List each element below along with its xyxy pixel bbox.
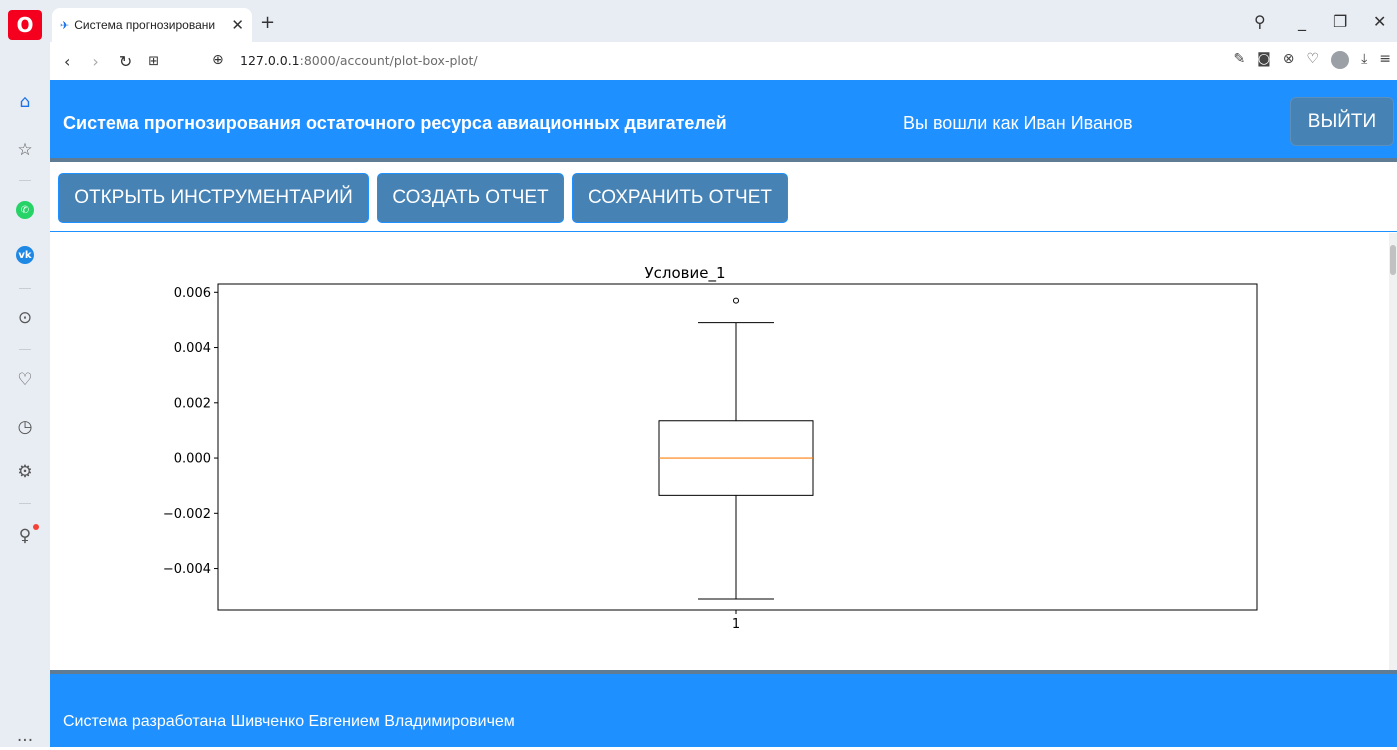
save-report-button[interactable]: СОХРАНИТЬ ОТЧЕТ — [572, 173, 788, 223]
browser-tab[interactable]: ✈ Система прогнозировани ✕ — [52, 8, 252, 42]
y-tick-label: 0.006 — [174, 286, 211, 301]
minimize-icon[interactable]: _ — [1298, 12, 1306, 31]
browser-sidebar: O ⌂ ☆ ✆ vk ⊙ ♡ ◷ ⚙ ♀ ... — [0, 0, 50, 747]
snapshot-icon[interactable]: ◙ — [1257, 51, 1271, 69]
sidebar-more-icon[interactable]: ... — [0, 722, 50, 750]
sidebar-divider — [19, 503, 31, 504]
easy-setup-icon[interactable]: ≡ — [1379, 51, 1391, 69]
y-tick-label: 0.004 — [174, 341, 211, 356]
report-toolbar: ОТКРЫТЬ ИНСТРУМЕНТАРИЙ СОЗДАТЬ ОТЧЕТ СОХ… — [50, 162, 1397, 232]
y-tick-label: 0.000 — [174, 452, 211, 467]
plane-favicon-icon: ✈ — [60, 18, 70, 32]
forward-icon[interactable]: › — [92, 52, 98, 71]
plot-frame — [217, 283, 1258, 611]
user-info: Вы вошли как Иван Иванов — [903, 113, 1133, 133]
sidebar-divider — [19, 349, 31, 350]
box-plot-chart: Условие_1 0.006 0.004 0.002 0.000 −0.002 −0.0… — [163, 264, 1258, 632]
y-tick-label: 0.002 — [174, 396, 211, 411]
home-icon[interactable]: ⌂ — [0, 88, 50, 116]
url-field[interactable]: 127.0.0.1:8000/account/plot-box-plot/ — [240, 53, 478, 68]
web-page: Система прогнозирования остаточного ресу… — [50, 80, 1397, 747]
chart-title: Условие_1 — [644, 264, 725, 283]
y-tick-label: −0.002 — [163, 507, 211, 522]
y-tick-label: −0.004 — [163, 562, 211, 577]
bookmarks-icon[interactable]: ☆ — [0, 136, 50, 164]
address-bar: ‹ › ↻ ⊞ ⊕ 127.0.0.1:8000/account/plot-bo… — [50, 42, 1397, 80]
tab-bar: ✈ Система прогнозировани ✕ + ⚲ _ ❐ ✕ — [50, 0, 1397, 42]
page-scrollbar[interactable] — [1389, 233, 1397, 670]
x-tick-label: 1 — [732, 617, 740, 632]
close-window-icon[interactable]: ✕ — [1373, 12, 1386, 31]
open-tools-button[interactable]: ОТКРЫТЬ ИНСТРУМЕНТАРИЙ — [58, 173, 369, 223]
sidebar-divider — [19, 288, 31, 289]
site-title: Система прогнозирования остаточного ресу… — [63, 113, 727, 133]
sidebar-divider — [19, 180, 31, 181]
new-tab-icon[interactable]: + — [260, 12, 275, 33]
notification-dot — [33, 524, 39, 530]
search-tabs-icon[interactable]: ⚲ — [1254, 12, 1266, 31]
share-icon[interactable]: ✎ — [1233, 51, 1245, 69]
heart-icon[interactable]: ♡ — [0, 366, 50, 394]
settings-icon[interactable]: ⚙ — [0, 458, 50, 486]
address-bar-actions: ✎ ◙ ⊗ ♡ ⤓ ≡ — [1233, 51, 1391, 69]
create-report-button[interactable]: СОЗДАТЬ ОТЧЕТ — [377, 173, 564, 223]
tab-title: Система прогнозировани — [74, 18, 216, 32]
opera-logo-icon[interactable]: O — [8, 10, 42, 40]
plot-area: Условие_1 0.006 0.004 0.002 0.000 −0.002 −0.0… — [50, 233, 1397, 670]
site-header: Система прогнозирования остаточного ресу… — [50, 80, 1397, 162]
profile-avatar[interactable] — [1331, 51, 1350, 69]
site-footer: Система разработана Шивченко Евгением Вл… — [50, 670, 1397, 747]
speed-dial-icon[interactable]: ⊞ — [148, 54, 159, 69]
box-series — [658, 297, 814, 600]
favorite-icon[interactable]: ♡ — [1307, 51, 1320, 69]
history-icon[interactable]: ◷ — [0, 413, 50, 441]
whatsapp-icon[interactable]: ✆ — [0, 196, 50, 224]
vk-icon[interactable]: vk — [0, 241, 50, 269]
outlier-point — [733, 297, 739, 304]
adblock-icon[interactable]: ⊗ — [1283, 51, 1295, 69]
footer-credits: Система разработана Шивченко Евгением Вл… — [63, 713, 515, 730]
back-icon[interactable]: ‹ — [64, 52, 70, 71]
scroll-thumb[interactable] — [1390, 245, 1396, 275]
reload-icon[interactable]: ↻ — [119, 52, 132, 71]
close-tab-icon[interactable]: ✕ — [231, 16, 244, 34]
logout-button[interactable]: ВЫЙТИ — [1290, 97, 1394, 146]
download-icon[interactable]: ⤓ — [1361, 51, 1367, 69]
player-icon[interactable]: ⊙ — [0, 304, 50, 332]
lightbulb-icon[interactable]: ♀ — [0, 522, 50, 550]
site-info-icon[interactable]: ⊕ — [212, 52, 224, 68]
y-axis: 0.006 0.004 0.002 0.000 −0.002 −0.004 — [163, 286, 218, 577]
restore-icon[interactable]: ❐ — [1333, 12, 1347, 31]
